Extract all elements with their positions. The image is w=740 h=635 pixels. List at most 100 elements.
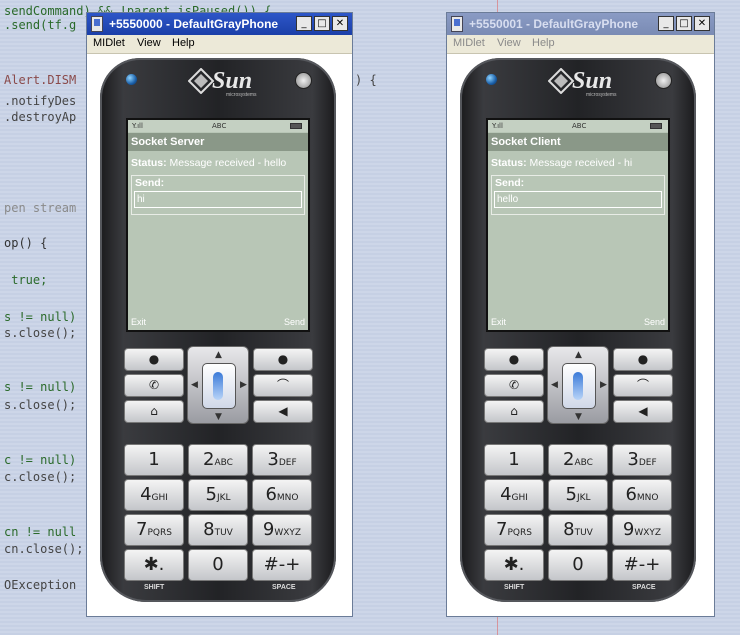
- left-soft-button[interactable]: ●: [124, 348, 184, 371]
- keypad-key-6[interactable]: 6MNO: [612, 479, 672, 511]
- key-letters: GHI: [511, 493, 528, 503]
- key-digit: #-+: [623, 554, 661, 575]
- emulator-window-server: +5550000 - DefaultGrayPhone _ □ ✕ MIDlet…: [86, 12, 353, 617]
- menu-view[interactable]: View: [497, 37, 521, 49]
- up-arrow-icon[interactable]: ▲: [215, 350, 222, 360]
- keypad-key-6[interactable]: 6MNO: [252, 479, 312, 511]
- maximize-button[interactable]: □: [676, 16, 692, 31]
- home-button[interactable]: ⌂: [124, 400, 184, 423]
- key-number: 5JKL: [189, 484, 247, 505]
- key-number: 5JKL: [549, 484, 607, 505]
- menu-midlet[interactable]: MIDlet: [453, 37, 485, 49]
- key-letters: WXYZ: [274, 528, 302, 538]
- power-button[interactable]: [295, 72, 312, 89]
- call-button[interactable]: ✆: [124, 374, 184, 397]
- keypad-key-5[interactable]: 5JKL: [548, 479, 608, 511]
- code-line: s != null): [4, 310, 77, 324]
- back-button[interactable]: ◀: [253, 400, 313, 423]
- softkey-bar: Exit Send: [128, 316, 308, 330]
- window-icon: [91, 16, 103, 32]
- navigation-dpad[interactable]: ▲ ▼ ◀ ▶: [547, 346, 609, 424]
- keypad-key-hash[interactable]: #-+: [612, 549, 672, 581]
- keypad-key-1[interactable]: 1: [124, 444, 184, 476]
- right-arrow-icon[interactable]: ▶: [600, 380, 607, 390]
- keypad-key-8[interactable]: 8TUV: [188, 514, 248, 546]
- down-arrow-icon[interactable]: ▼: [215, 412, 222, 422]
- menu-midlet[interactable]: MIDlet: [93, 37, 125, 49]
- key-digit: 7: [496, 519, 508, 540]
- down-arrow-icon[interactable]: ▼: [575, 412, 582, 422]
- up-arrow-icon[interactable]: ▲: [575, 350, 582, 360]
- keypad-key-2[interactable]: 2ABC: [548, 444, 608, 476]
- key-number: 1: [125, 449, 183, 470]
- keypad-key-9[interactable]: 9WXYZ: [252, 514, 312, 546]
- right-arrow-icon[interactable]: ▶: [240, 380, 247, 390]
- keypad-key-8[interactable]: 8TUV: [548, 514, 608, 546]
- key-letters: PQRS: [507, 528, 532, 538]
- keypad-key-1[interactable]: 1: [484, 444, 544, 476]
- keypad-key-5[interactable]: 5JKL: [188, 479, 248, 511]
- left-soft-button[interactable]: ●: [484, 348, 544, 371]
- send-input[interactable]: hi: [134, 191, 302, 208]
- key-digit: 2: [203, 449, 215, 470]
- send-softkey[interactable]: Send: [284, 317, 305, 327]
- keypad-key-star[interactable]: ✱.: [124, 549, 184, 581]
- minimize-button[interactable]: _: [296, 16, 312, 31]
- minimize-button[interactable]: _: [658, 16, 674, 31]
- keypad-key-3[interactable]: 3DEF: [612, 444, 672, 476]
- keypad-key-7[interactable]: 7PQRS: [124, 514, 184, 546]
- key-letters: ABC: [214, 458, 233, 468]
- dpad-select-button[interactable]: [202, 363, 236, 409]
- keypad-key-3[interactable]: 3DEF: [252, 444, 312, 476]
- key-digit: ✱.: [503, 554, 525, 575]
- right-soft-button[interactable]: ●: [253, 348, 313, 371]
- key-number: 0: [189, 554, 247, 575]
- end-call-button[interactable]: ⌒: [253, 374, 313, 397]
- title-bar[interactable]: +5550000 - DefaultGrayPhone _ □ ✕: [87, 13, 352, 35]
- navigation-dpad[interactable]: ▲ ▼ ◀ ▶: [187, 346, 249, 424]
- exit-softkey[interactable]: Exit: [131, 317, 146, 327]
- left-arrow-icon[interactable]: ◀: [551, 380, 558, 390]
- key-digit: 6: [265, 484, 277, 505]
- close-button[interactable]: ✕: [332, 16, 348, 31]
- key-letters: WXYZ: [634, 528, 662, 538]
- key-letters: JKL: [216, 493, 231, 503]
- menu-help[interactable]: Help: [532, 37, 555, 49]
- menu-view[interactable]: View: [137, 37, 161, 49]
- keypad-key-7[interactable]: 7PQRS: [484, 514, 544, 546]
- back-button[interactable]: ◀: [613, 400, 673, 423]
- close-button[interactable]: ✕: [694, 16, 710, 31]
- power-button[interactable]: [655, 72, 672, 89]
- call-button[interactable]: ✆: [484, 374, 544, 397]
- key-digit: 1: [148, 449, 160, 470]
- key-digit: 2: [563, 449, 575, 470]
- right-soft-button[interactable]: ●: [613, 348, 673, 371]
- maximize-button[interactable]: □: [314, 16, 330, 31]
- end-call-button[interactable]: ⌒: [613, 374, 673, 397]
- keypad-key-0[interactable]: 0: [548, 549, 608, 581]
- key-number: 8TUV: [189, 519, 247, 540]
- title-bar[interactable]: +5550001 - DefaultGrayPhone _ □ ✕: [447, 13, 714, 35]
- keypad-key-star[interactable]: ✱.: [484, 549, 544, 581]
- keypad-key-2[interactable]: 2ABC: [188, 444, 248, 476]
- battery-icon: [290, 123, 302, 129]
- key-digit: 9: [262, 519, 275, 540]
- dpad-select-button[interactable]: [562, 363, 596, 409]
- keypad-key-hash[interactable]: #-+: [252, 549, 312, 581]
- code-line: true;: [4, 273, 48, 287]
- send-softkey[interactable]: Send: [644, 317, 665, 327]
- send-input[interactable]: hello: [494, 191, 662, 208]
- keypad-key-0[interactable]: 0: [188, 549, 248, 581]
- key-number: 7PQRS: [125, 519, 183, 540]
- home-button[interactable]: ⌂: [484, 400, 544, 423]
- keypad-key-9[interactable]: 9WXYZ: [612, 514, 672, 546]
- code-line: OException: [4, 578, 77, 592]
- exit-softkey[interactable]: Exit: [491, 317, 506, 327]
- menu-help[interactable]: Help: [172, 37, 195, 49]
- left-arrow-icon[interactable]: ◀: [191, 380, 198, 390]
- key-digit: 4: [140, 484, 152, 505]
- softkey-bar: Exit Send: [488, 316, 668, 330]
- keypad-key-4[interactable]: 4GHI: [484, 479, 544, 511]
- key-digit: 8: [563, 519, 575, 540]
- keypad-key-4[interactable]: 4GHI: [124, 479, 184, 511]
